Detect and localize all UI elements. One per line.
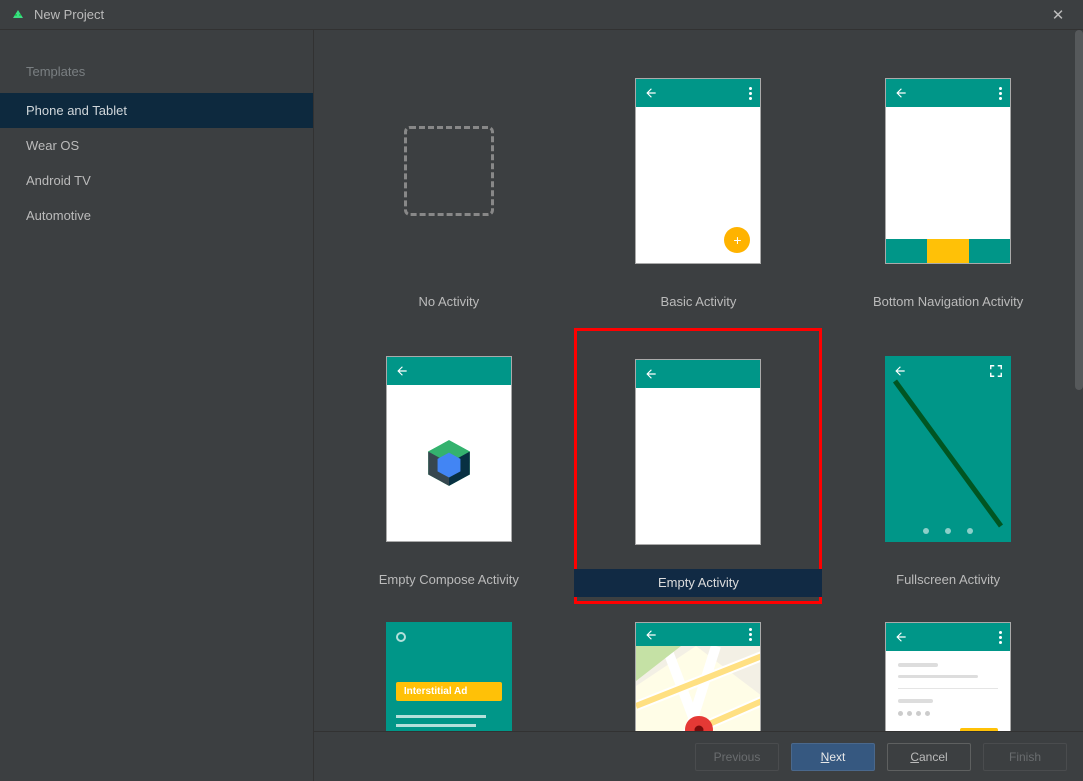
button-label: Finish	[1009, 750, 1041, 764]
titlebar: New Project ✕	[0, 0, 1083, 30]
template-label: Fullscreen Activity	[824, 566, 1072, 594]
no-activity-placeholder-icon	[404, 126, 494, 216]
template-gallery: No Activity + Basic Activity	[314, 30, 1083, 731]
new-project-window: New Project ✕ Templates Phone and Tablet…	[0, 0, 1083, 781]
button-label: Next	[821, 750, 846, 764]
template-thumb: +	[574, 54, 822, 288]
body: Templates Phone and Tablet Wear OS Andro…	[0, 30, 1083, 781]
back-arrow-icon	[644, 86, 658, 100]
sidebar-item-wear-os[interactable]: Wear OS	[0, 128, 313, 163]
template-thumb	[824, 54, 1072, 288]
template-thumb	[325, 54, 573, 288]
sidebar-item-label: Android TV	[26, 173, 91, 188]
template-thumb	[824, 332, 1072, 566]
template-thumb	[325, 332, 573, 566]
template-label: No Activity	[325, 288, 573, 316]
finish-button[interactable]: Finish	[983, 743, 1067, 771]
more-icon	[999, 87, 1002, 100]
template-thumb	[824, 616, 1072, 731]
button-label: Previous	[714, 750, 761, 764]
sidebar-item-label: Phone and Tablet	[26, 103, 127, 118]
status-dot-icon	[396, 632, 406, 642]
template-bottom-navigation-activity[interactable]: Bottom Navigation Activity	[824, 50, 1072, 320]
appbar	[636, 360, 760, 388]
template-label: Empty Activity	[574, 569, 822, 597]
close-icon[interactable]: ✕	[1043, 6, 1073, 24]
appbar	[636, 79, 760, 107]
template-basic-activity[interactable]: + Basic Activity	[574, 50, 822, 320]
more-icon	[749, 87, 752, 100]
action-chip-icon	[960, 728, 998, 731]
template-thumb	[574, 616, 822, 731]
sidebar: Templates Phone and Tablet Wear OS Andro…	[0, 30, 314, 781]
template-empty-activity[interactable]: Empty Activity	[574, 328, 822, 604]
sidebar-item-android-tv[interactable]: Android TV	[0, 163, 313, 198]
sidebar-header: Templates	[0, 50, 313, 93]
phone-mock	[885, 622, 1011, 731]
android-studio-icon	[10, 7, 26, 23]
template-no-activity[interactable]: No Activity	[325, 50, 573, 320]
back-arrow-icon	[644, 628, 658, 642]
vertical-scrollbar[interactable]	[1075, 30, 1083, 390]
more-icon	[999, 631, 1002, 644]
template-fullscreen-activity[interactable]: Fullscreen Activity	[824, 328, 1072, 604]
template-label: Empty Compose Activity	[325, 566, 573, 594]
template-map-activity[interactable]	[574, 612, 822, 731]
appbar	[886, 79, 1010, 107]
previous-button[interactable]: Previous	[695, 743, 779, 771]
phone-mock	[635, 359, 761, 545]
back-arrow-icon	[894, 86, 908, 100]
button-label: Cancel	[910, 750, 947, 764]
content: No Activity + Basic Activity	[314, 30, 1083, 781]
sidebar-item-automotive[interactable]: Automotive	[0, 198, 313, 233]
phone-mock: +	[635, 78, 761, 264]
phone-mock	[885, 356, 1011, 542]
fab-icon: +	[724, 227, 750, 253]
interstitial-ad-badge: Interstitial Ad	[396, 682, 502, 701]
appbar	[387, 357, 511, 385]
template-label: Bottom Navigation Activity	[824, 288, 1072, 316]
cancel-button[interactable]: Cancel	[887, 743, 971, 771]
sidebar-item-phone-and-tablet[interactable]: Phone and Tablet	[0, 93, 313, 128]
next-button[interactable]: Next	[791, 743, 875, 771]
plus-icon: +	[733, 232, 741, 248]
pager-dots-icon	[885, 528, 1011, 534]
phone-mock	[635, 622, 761, 731]
window-title: New Project	[34, 7, 104, 22]
back-arrow-icon	[395, 364, 409, 378]
template-ads-activity[interactable]: Interstitial Ad	[325, 612, 573, 731]
template-thumb: Interstitial Ad	[325, 616, 573, 731]
appbar	[636, 623, 760, 646]
appbar	[886, 623, 1010, 651]
template-thumb	[574, 335, 822, 569]
more-icon	[749, 628, 752, 641]
compose-cube-icon	[423, 437, 475, 489]
sidebar-item-label: Automotive	[26, 208, 91, 223]
template-empty-compose-activity[interactable]: Empty Compose Activity	[325, 328, 573, 604]
footer: Previous Next Cancel Finish	[314, 731, 1083, 781]
template-master-detail-activity[interactable]	[824, 612, 1072, 731]
phone-mock	[386, 356, 512, 542]
phone-mock	[885, 78, 1011, 264]
sidebar-item-label: Wear OS	[26, 138, 79, 153]
bottom-nav-bar	[886, 239, 1010, 263]
template-label: Basic Activity	[574, 288, 822, 316]
map-icon	[636, 646, 760, 731]
back-arrow-icon	[894, 630, 908, 644]
back-arrow-icon	[644, 367, 658, 381]
phone-mock: Interstitial Ad	[386, 622, 512, 731]
